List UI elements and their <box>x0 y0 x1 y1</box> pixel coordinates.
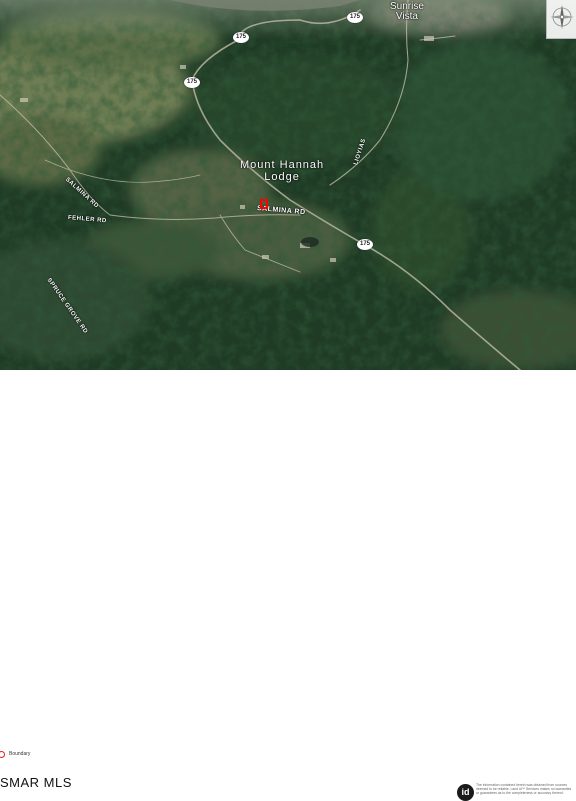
satellite-map[interactable]: 175 175 175 175 Sunrise Vista Mount Hann… <box>0 0 576 370</box>
highway-175-shield: 175 <box>233 32 249 43</box>
compass-icon[interactable] <box>546 0 576 39</box>
satellite-imagery <box>0 0 576 370</box>
highway-175-shield: 175 <box>347 12 363 23</box>
boundary-legend-icon <box>0 750 5 758</box>
highway-175-shield: 175 <box>357 239 373 250</box>
land-id-logo-icon: id <box>457 784 474 801</box>
place-label-mount-hannah-lodge: Mount Hannah Lodge <box>240 159 324 183</box>
place-label-line: Mount Hannah <box>240 159 325 171</box>
highway-175-shield: 175 <box>184 77 200 88</box>
place-label-line: Lodge <box>264 171 300 183</box>
mls-logo: SMAR MLS <box>0 775 72 790</box>
place-label-line: Vista <box>395 11 418 22</box>
map-legend: Boundary <box>0 749 30 759</box>
disclaimer-text: The information contained herein was obt… <box>476 783 572 796</box>
place-label-sunrise-vista: Sunrise Vista <box>390 2 424 22</box>
legend-label: Boundary <box>9 751 31 757</box>
footer: Boundary SMAR MLS id The information con… <box>0 370 576 801</box>
property-boundary-marker <box>260 199 268 209</box>
